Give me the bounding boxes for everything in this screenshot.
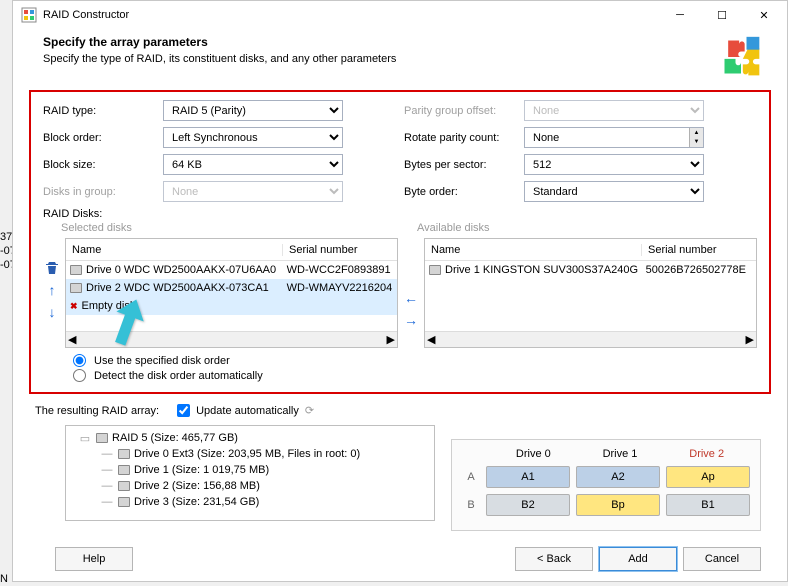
- available-disks-panel: Name Serial number Drive 1 KINGSTON SUV3…: [424, 238, 757, 348]
- page-subtitle: Specify the type of RAID, its constituen…: [43, 53, 396, 65]
- parity-group-offset-label: Parity group offset:: [404, 105, 516, 117]
- layout-col-drive0: Drive 0: [490, 448, 577, 460]
- raid-icon: [96, 433, 108, 443]
- selected-disks-panel: Name Serial number Drive 0 WDC WD2500AAK…: [65, 238, 398, 348]
- table-row[interactable]: ✖Empty disk: [66, 297, 397, 315]
- layout-diagram: Drive 0 Drive 1 Drive 2 A A1 A2 Ap B B2 …: [451, 439, 761, 531]
- rotate-parity-count-label: Rotate parity count:: [404, 132, 516, 144]
- add-button[interactable]: Add: [599, 547, 677, 571]
- window-title: RAID Constructor: [43, 9, 129, 21]
- app-icon: [21, 7, 37, 23]
- layout-cell: Bp: [576, 494, 660, 516]
- help-button[interactable]: Help: [55, 547, 133, 571]
- rotate-parity-count-select[interactable]: None: [524, 127, 704, 148]
- move-down-icon[interactable]: ↓: [44, 304, 60, 320]
- bytes-per-sector-label: Bytes per sector:: [404, 159, 516, 171]
- layout-row-b-label: B: [462, 499, 480, 511]
- layout-cell: Ap: [666, 466, 750, 488]
- layout-cell: B2: [486, 494, 570, 516]
- drive-icon: [70, 283, 82, 293]
- block-order-label: Block order:: [43, 132, 155, 144]
- table-row[interactable]: Drive 2 WDC WD2500AAKX-073CA1 WD-WMAYV22…: [66, 279, 397, 297]
- refresh-icon[interactable]: ⟳: [305, 404, 314, 417]
- move-left-icon[interactable]: ←: [404, 290, 418, 306]
- disks-in-group-select: None: [163, 181, 343, 202]
- selected-disks-label: Selected disks: [61, 222, 387, 234]
- layout-col-drive2: Drive 2: [663, 448, 750, 460]
- drive-icon: [118, 481, 130, 491]
- selected-col-name[interactable]: Name: [66, 244, 283, 256]
- available-col-name[interactable]: Name: [425, 244, 642, 256]
- resulting-array-label: The resulting RAID array:: [35, 405, 159, 417]
- layout-cell: B1: [666, 494, 750, 516]
- byte-order-select[interactable]: Standard: [524, 181, 704, 202]
- parameters-panel: RAID type: RAID 5 (Parity) Parity group …: [29, 90, 771, 394]
- block-size-label: Block size:: [43, 159, 155, 171]
- drive-icon: [118, 449, 130, 459]
- collapse-icon[interactable]: ▭: [78, 432, 92, 445]
- resulting-tree[interactable]: ▭RAID 5 (Size: 465,77 GB) —Drive 0 Ext3 …: [65, 425, 435, 521]
- detect-order-auto-label: Detect the disk order automatically: [94, 370, 263, 382]
- raid-disks-label: RAID Disks:: [43, 208, 757, 220]
- drive-icon: [118, 465, 130, 475]
- use-specified-order-radio[interactable]: [73, 354, 86, 367]
- table-row[interactable]: Drive 1 KINGSTON SUV300S37A240G 50026B72…: [425, 261, 756, 279]
- move-up-icon[interactable]: ↑: [44, 282, 60, 298]
- raid-constructor-window: RAID Constructor ─ ☐ ✕ Specify the array…: [12, 0, 788, 582]
- available-col-serial[interactable]: Serial number: [642, 244, 756, 256]
- drive-icon: [70, 265, 82, 275]
- drive-icon: [429, 265, 441, 275]
- table-row[interactable]: Drive 0 WDC WD2500AAKX-07U6AA0 WD-WCC2F0…: [66, 261, 397, 279]
- layout-row-a-label: A: [462, 471, 480, 483]
- selected-col-serial[interactable]: Serial number: [283, 244, 397, 256]
- h-scrollbar[interactable]: ◀▶: [66, 331, 397, 347]
- byte-order-label: Byte order:: [404, 186, 516, 198]
- update-automatically-checkbox[interactable]: [177, 404, 190, 417]
- rotate-parity-spinner[interactable]: ▲▼: [689, 128, 703, 147]
- raid-type-select[interactable]: RAID 5 (Parity): [163, 100, 343, 121]
- bytes-per-sector-select[interactable]: 512: [524, 154, 704, 175]
- layout-col-drive1: Drive 1: [577, 448, 664, 460]
- block-size-select[interactable]: 64 KB: [163, 154, 343, 175]
- use-specified-order-label: Use the specified disk order: [94, 355, 230, 367]
- move-right-icon[interactable]: →: [404, 312, 418, 328]
- selected-disks-toolbar: ↑ ↓: [43, 238, 61, 348]
- close-button[interactable]: ✕: [743, 1, 785, 29]
- update-automatically-label: Update automatically: [196, 405, 299, 417]
- puzzle-icon: [719, 35, 763, 82]
- layout-cell: A2: [576, 466, 660, 488]
- available-disks-label: Available disks: [417, 222, 757, 234]
- block-order-select[interactable]: Left Synchronous: [163, 127, 343, 148]
- error-icon: ✖: [70, 301, 78, 312]
- delete-icon[interactable]: [44, 260, 60, 276]
- raid-type-label: RAID type:: [43, 105, 155, 117]
- h-scrollbar[interactable]: ◀▶: [425, 331, 756, 347]
- disks-in-group-label: Disks in group:: [43, 186, 155, 198]
- drive-icon: [118, 497, 130, 507]
- layout-cell: A1: [486, 466, 570, 488]
- page-title: Specify the array parameters: [43, 35, 396, 49]
- detect-order-auto-radio[interactable]: [73, 369, 86, 382]
- titlebar: RAID Constructor ─ ☐ ✕: [13, 1, 787, 29]
- parity-group-offset-select: None: [524, 100, 704, 121]
- maximize-button[interactable]: ☐: [701, 1, 743, 29]
- minimize-button[interactable]: ─: [659, 1, 701, 29]
- wizard-header: Specify the array parameters Specify the…: [13, 29, 787, 88]
- cancel-button[interactable]: Cancel: [683, 547, 761, 571]
- back-button[interactable]: < Back: [515, 547, 593, 571]
